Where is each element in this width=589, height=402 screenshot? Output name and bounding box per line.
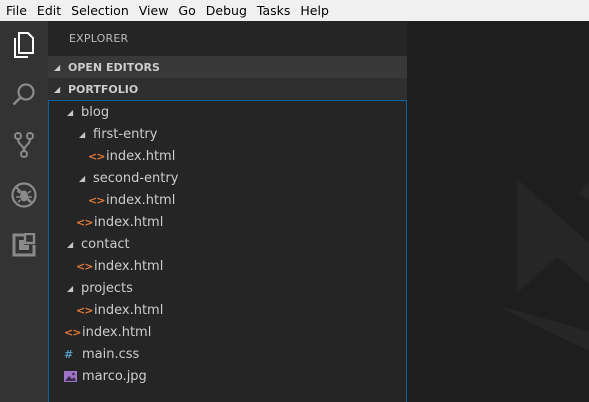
explorer-title: EXPLORER	[69, 32, 129, 45]
chevron-down-icon: ◢	[79, 129, 86, 139]
source-control-activity-button[interactable]	[0, 121, 48, 169]
menu-file[interactable]: File	[0, 0, 32, 21]
vscode-watermark-icon	[499, 179, 589, 351]
menu-edit[interactable]: Edit	[32, 0, 66, 21]
tree-item-label: first-entry	[93, 126, 158, 142]
html-file-icon: <>	[88, 193, 105, 207]
image-file-icon	[64, 370, 82, 382]
tree-item-label: second-entry	[93, 170, 179, 186]
portfolio-folder-label: PORTFOLIO	[68, 82, 139, 96]
files-icon	[14, 32, 34, 58]
menu-tasks[interactable]: Tasks	[252, 0, 296, 21]
tree-file-main-css[interactable]: # main.css	[49, 343, 406, 365]
chevron-down-icon: ◢	[54, 84, 61, 94]
tree-item-label: blog	[81, 104, 110, 120]
open-editors-header[interactable]: ◢ OPEN EDITORS	[48, 56, 407, 78]
search-activity-button[interactable]	[0, 71, 48, 119]
chevron-down-icon: ◢	[67, 107, 74, 117]
menu-selection[interactable]: Selection	[66, 0, 134, 21]
html-file-icon: <>	[76, 259, 93, 273]
tree-item-label: index.html	[94, 214, 164, 230]
debug-icon	[11, 182, 37, 208]
tree-item-label: index.html	[94, 302, 164, 318]
css-file-icon: #	[64, 347, 74, 361]
tree-file-projects-index[interactable]: <> index.html	[49, 299, 406, 321]
tree-folder-first-entry[interactable]: ◢ first-entry	[49, 123, 406, 145]
explorer-sidebar: EXPLORER ◢ OPEN EDITORS ◢ PORTFOLIO ◢ bl…	[48, 21, 407, 402]
menu-view[interactable]: View	[134, 0, 174, 21]
html-file-icon: <>	[88, 149, 105, 163]
tree-item-label: main.css	[82, 346, 140, 362]
tree-item-label: contact	[81, 236, 130, 252]
extensions-icon	[12, 233, 36, 257]
tree-folder-blog[interactable]: ◢ blog	[49, 101, 406, 123]
chevron-down-icon: ◢	[67, 283, 74, 293]
open-editors-label: OPEN EDITORS	[68, 60, 160, 74]
tree-file-first-entry-index[interactable]: <> index.html	[49, 145, 406, 167]
portfolio-folder-header[interactable]: ◢ PORTFOLIO	[48, 78, 407, 100]
tree-folder-projects[interactable]: ◢ projects	[49, 277, 406, 299]
tree-file-second-entry-index[interactable]: <> index.html	[49, 189, 406, 211]
menu-bar: File Edit Selection View Go Debug Tasks …	[0, 0, 589, 21]
source-control-icon	[14, 132, 34, 158]
menu-debug[interactable]: Debug	[201, 0, 252, 21]
tree-folder-second-entry[interactable]: ◢ second-entry	[49, 167, 406, 189]
explorer-activity-button[interactable]	[0, 21, 48, 69]
tree-item-label: index.html	[94, 258, 164, 274]
menu-go[interactable]: Go	[173, 0, 200, 21]
tree-item-label: projects	[81, 280, 133, 296]
html-file-icon: <>	[64, 325, 81, 339]
tree-item-label: index.html	[106, 192, 176, 208]
file-tree: ◢ blog ◢ first-entry <> index.html ◢ sec…	[48, 100, 407, 402]
tree-item-label: index.html	[106, 148, 176, 164]
tree-item-label: index.html	[82, 324, 152, 340]
tree-item-label: marco.jpg	[82, 368, 147, 384]
html-file-icon: <>	[76, 303, 93, 317]
chevron-down-icon: ◢	[67, 239, 74, 249]
editor-area[interactable]	[407, 21, 589, 402]
tree-file-root-index[interactable]: <> index.html	[49, 321, 406, 343]
search-icon	[12, 83, 35, 106]
html-file-icon: <>	[76, 215, 93, 229]
chevron-down-icon: ◢	[79, 173, 86, 183]
tree-file-marco-jpg[interactable]: marco.jpg	[49, 365, 406, 387]
activity-bar	[0, 21, 48, 402]
tree-file-blog-index[interactable]: <> index.html	[49, 211, 406, 233]
tree-file-contact-index[interactable]: <> index.html	[49, 255, 406, 277]
extensions-activity-button[interactable]	[0, 221, 48, 269]
tree-folder-contact[interactable]: ◢ contact	[49, 233, 406, 255]
debug-activity-button[interactable]	[0, 171, 48, 219]
chevron-down-icon: ◢	[54, 62, 61, 72]
menu-help[interactable]: Help	[295, 0, 334, 21]
